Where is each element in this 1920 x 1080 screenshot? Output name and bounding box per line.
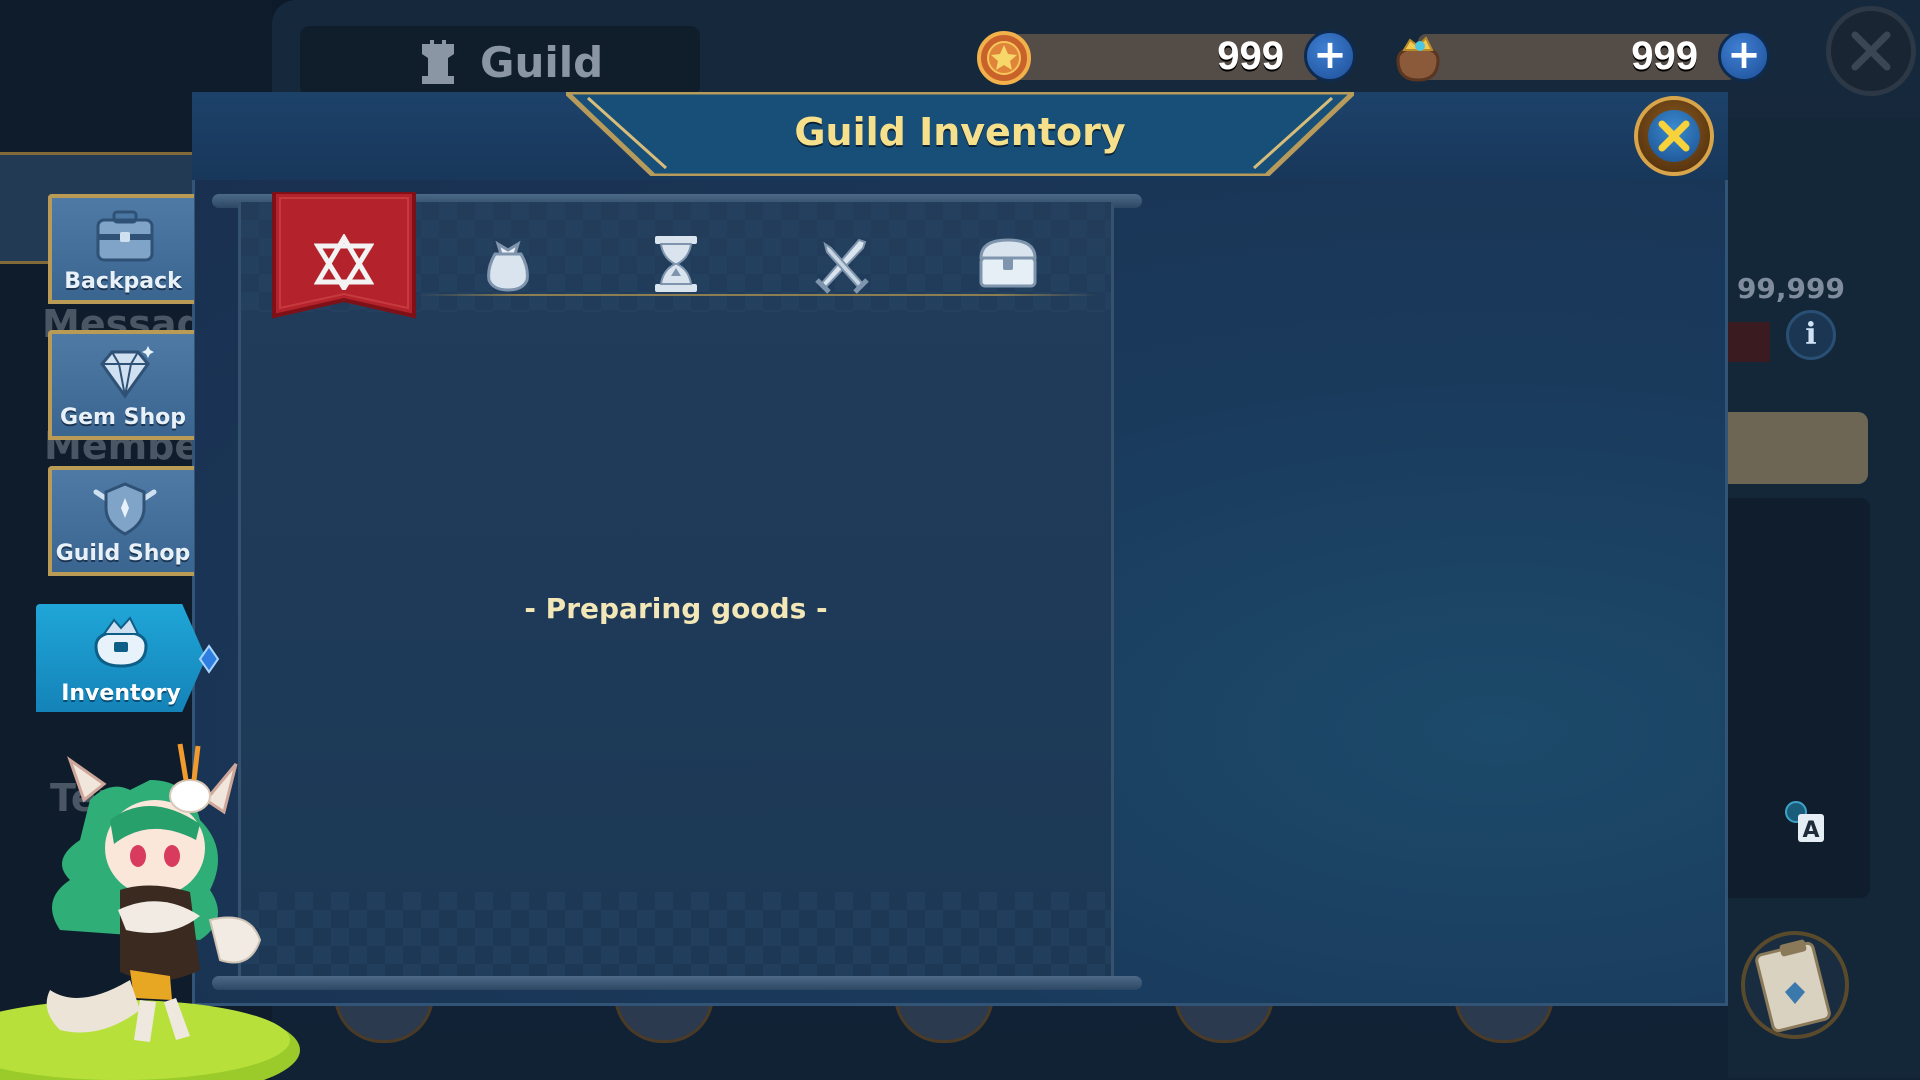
add-guild-coin-button[interactable]: + [1304,30,1356,82]
sidebar-item-guild-shop[interactable]: Guild Shop [48,466,194,576]
tab-hourglass[interactable] [641,228,711,298]
tower-icon [422,40,454,84]
sidebar-item-label: Gem Shop [60,405,186,430]
tab-chest[interactable] [973,228,1043,298]
backpack-icon [96,210,154,262]
chest-icon [979,238,1037,288]
svg-text:A: A [1802,818,1819,843]
scroll-bottom-rod [212,976,1142,990]
guide-character-illustration [0,743,300,1080]
crossed-swords-icon [815,238,869,294]
sidebar-item-gem-shop[interactable]: Gem Shop [48,330,194,440]
close-icon [1658,120,1690,152]
background-red-bar [1728,322,1770,362]
treasure-bag-counter: 999 + [1390,30,1770,82]
guild-shield-icon [93,482,157,536]
empty-inventory-message: - Preparing goods - [524,592,828,625]
sidebar-item-label: Guild Shop [55,541,191,566]
background-guild-value: : 99,999 [1716,272,1845,305]
clipboard-icon[interactable] [1740,930,1850,1040]
add-treasure-bag-button[interactable]: + [1718,30,1770,82]
modal-title: Guild Inventory [794,110,1126,154]
background-beige-bar [1728,412,1868,484]
sidebar-item-backpack[interactable]: Backpack [48,194,194,304]
modal-close-button[interactable] [1634,96,1714,176]
guild-coin-value: 999 [1217,34,1284,78]
sidebar-item-label: Inventory [61,681,181,706]
tab-equipment[interactable] [807,228,877,298]
translate-icon[interactable]: A [1782,800,1826,844]
guild-coin-icon [977,31,1031,85]
treasure-bag-value: 999 [1631,34,1698,78]
tab-pouch[interactable] [473,228,543,298]
pouch-icon [487,240,529,292]
info-icon[interactable]: i [1786,310,1836,360]
close-icon [1851,31,1891,71]
guild-title: Guild [480,38,604,87]
sidebar-item-inventory[interactable]: Inventory [36,604,206,712]
sidebar-item-label: Backpack [64,269,182,294]
hourglass-icon [655,236,697,292]
tab-all-items[interactable] [270,192,418,326]
gem-icon [100,346,154,399]
inventory-icon [94,616,148,668]
screen-close-button[interactable] [1826,6,1916,96]
treasure-bag-icon [1396,36,1440,82]
guild-coin-counter: 999 + [976,30,1356,85]
star-emblem-icon [314,234,374,290]
selected-diamond-icon [198,644,220,674]
